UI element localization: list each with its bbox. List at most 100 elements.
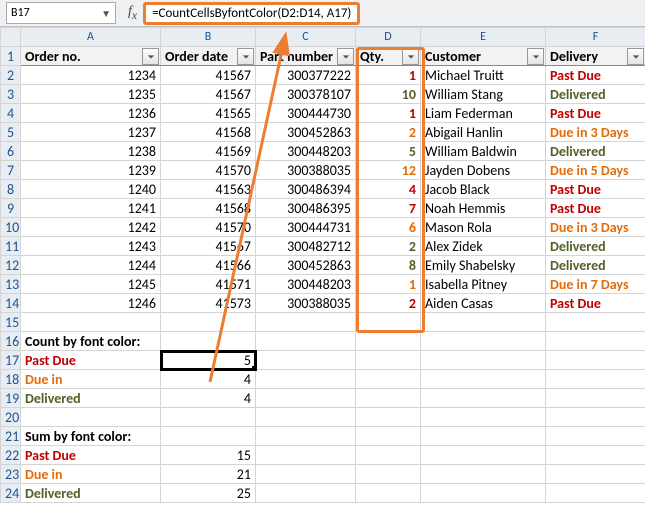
cell-qty[interactable]: 1 — [356, 275, 421, 294]
summary-label[interactable]: Delivered — [21, 484, 161, 503]
cell-part-number[interactable]: 300388035 — [256, 294, 356, 313]
row-header[interactable]: 22 — [1, 446, 21, 465]
cell-qty[interactable]: 1 — [356, 104, 421, 123]
cell-customer[interactable]: Noah Hemmis — [421, 199, 546, 218]
empty-cell[interactable] — [421, 446, 546, 465]
empty-cell[interactable] — [256, 408, 356, 427]
filter-dropdown-icon[interactable] — [402, 48, 419, 65]
cell-part-number[interactable]: 300448203 — [256, 142, 356, 161]
empty-cell[interactable] — [256, 351, 356, 370]
empty-cell[interactable] — [546, 351, 645, 370]
row-header[interactable]: 8 — [1, 180, 21, 199]
row-header[interactable]: 13 — [1, 275, 21, 294]
empty-cell[interactable] — [421, 484, 546, 503]
empty-cell[interactable] — [356, 370, 421, 389]
cell-part-number[interactable]: 300486394 — [256, 180, 356, 199]
empty-cell[interactable] — [161, 313, 256, 332]
col-header-B[interactable]: B — [161, 28, 256, 47]
col-header-E[interactable]: E — [421, 28, 546, 47]
summary-label[interactable]: Past Due — [21, 446, 161, 465]
row-header[interactable]: 10 — [1, 218, 21, 237]
empty-cell[interactable] — [21, 313, 161, 332]
row-header[interactable]: 24 — [1, 484, 21, 503]
hdr-qty[interactable]: Qty. — [356, 47, 421, 66]
summary-label[interactable]: Delivered — [21, 389, 161, 408]
cell-order-date[interactable]: 41573 — [161, 294, 256, 313]
empty-cell[interactable] — [161, 427, 256, 446]
cell-order-no[interactable]: 1241 — [21, 199, 161, 218]
empty-cell[interactable] — [546, 313, 645, 332]
empty-cell[interactable] — [421, 370, 546, 389]
cell-delivery[interactable]: Due in 5 Days — [546, 161, 645, 180]
spreadsheet-grid[interactable]: A B C D E F 1 Order no. Order date Part … — [0, 27, 645, 503]
cell-order-no[interactable]: 1245 — [21, 275, 161, 294]
empty-cell[interactable] — [546, 465, 645, 484]
row-header[interactable]: 5 — [1, 123, 21, 142]
cell-delivery[interactable]: Past Due — [546, 66, 645, 85]
cell-qty[interactable]: 6 — [356, 218, 421, 237]
filter-dropdown-icon[interactable] — [142, 48, 159, 65]
empty-cell[interactable] — [356, 332, 421, 351]
filter-dropdown-icon[interactable] — [237, 48, 254, 65]
cell-delivery[interactable]: Past Due — [546, 294, 645, 313]
cell-customer[interactable]: Isabella Pitney — [421, 275, 546, 294]
cell-customer[interactable]: Mason Rola — [421, 218, 546, 237]
cell-delivery[interactable]: Past Due — [546, 199, 645, 218]
cell-customer[interactable]: Jacob Black — [421, 180, 546, 199]
filter-dropdown-icon[interactable] — [527, 48, 544, 65]
cell-part-number[interactable]: 300444731 — [256, 218, 356, 237]
cell-part-number[interactable]: 300378107 — [256, 85, 356, 104]
row-header[interactable]: 16 — [1, 332, 21, 351]
empty-cell[interactable] — [256, 484, 356, 503]
col-header-F[interactable]: F — [546, 28, 645, 47]
name-box[interactable]: B17 ▼ — [6, 2, 116, 24]
cell-customer[interactable]: Aiden Casas — [421, 294, 546, 313]
cell-delivery[interactable]: Delivered — [546, 85, 645, 104]
cell-part-number[interactable]: 300448203 — [256, 275, 356, 294]
cell-order-no[interactable]: 1236 — [21, 104, 161, 123]
empty-cell[interactable] — [356, 351, 421, 370]
cell-delivery[interactable]: Delivered — [546, 142, 645, 161]
col-header-A[interactable]: A — [21, 28, 161, 47]
hdr-order-date[interactable]: Order date — [161, 47, 256, 66]
cell-qty[interactable]: 8 — [356, 256, 421, 275]
cell-qty[interactable]: 5 — [356, 142, 421, 161]
cell-customer[interactable]: Emily Shabelsky — [421, 256, 546, 275]
cell-part-number[interactable]: 300452863 — [256, 256, 356, 275]
cell-order-date[interactable]: 41566 — [161, 256, 256, 275]
cell-order-date[interactable]: 41567 — [161, 85, 256, 104]
cell-order-date[interactable]: 41570 — [161, 161, 256, 180]
empty-cell[interactable] — [546, 389, 645, 408]
cell-customer[interactable]: Jayden Dobens — [421, 161, 546, 180]
chevron-down-icon[interactable]: ▼ — [101, 7, 111, 20]
summary-label[interactable]: Due in — [21, 465, 161, 484]
row-header[interactable]: 6 — [1, 142, 21, 161]
cell-qty[interactable]: 2 — [356, 237, 421, 256]
cell-delivery[interactable]: Delivered — [546, 256, 645, 275]
empty-cell[interactable] — [256, 313, 356, 332]
select-all-corner[interactable] — [1, 28, 21, 47]
cell-order-no[interactable]: 1244 — [21, 256, 161, 275]
hdr-delivery[interactable]: Delivery — [546, 47, 645, 66]
cell-part-number[interactable]: 300388035 — [256, 161, 356, 180]
col-header-D[interactable]: D — [356, 28, 421, 47]
cell-qty[interactable]: 7 — [356, 199, 421, 218]
cell-order-date[interactable]: 41569 — [161, 142, 256, 161]
cell-customer[interactable]: William Baldwin — [421, 142, 546, 161]
cell-order-no[interactable]: 1242 — [21, 218, 161, 237]
cell-order-no[interactable]: 1239 — [21, 161, 161, 180]
empty-cell[interactable] — [356, 484, 421, 503]
row-header[interactable]: 19 — [1, 389, 21, 408]
empty-cell[interactable] — [256, 427, 356, 446]
cell-order-no[interactable]: 1238 — [21, 142, 161, 161]
summary-value[interactable]: 15 — [161, 446, 256, 465]
cell-order-no[interactable]: 1246 — [21, 294, 161, 313]
row-header[interactable]: 4 — [1, 104, 21, 123]
empty-cell[interactable] — [356, 446, 421, 465]
cell-order-date[interactable]: 41563 — [161, 180, 256, 199]
empty-cell[interactable] — [356, 389, 421, 408]
cell-part-number[interactable]: 300444730 — [256, 104, 356, 123]
row-header[interactable]: 18 — [1, 370, 21, 389]
summary-label[interactable]: Due in — [21, 370, 161, 389]
section-count-title[interactable]: Count by font color: — [21, 332, 161, 351]
